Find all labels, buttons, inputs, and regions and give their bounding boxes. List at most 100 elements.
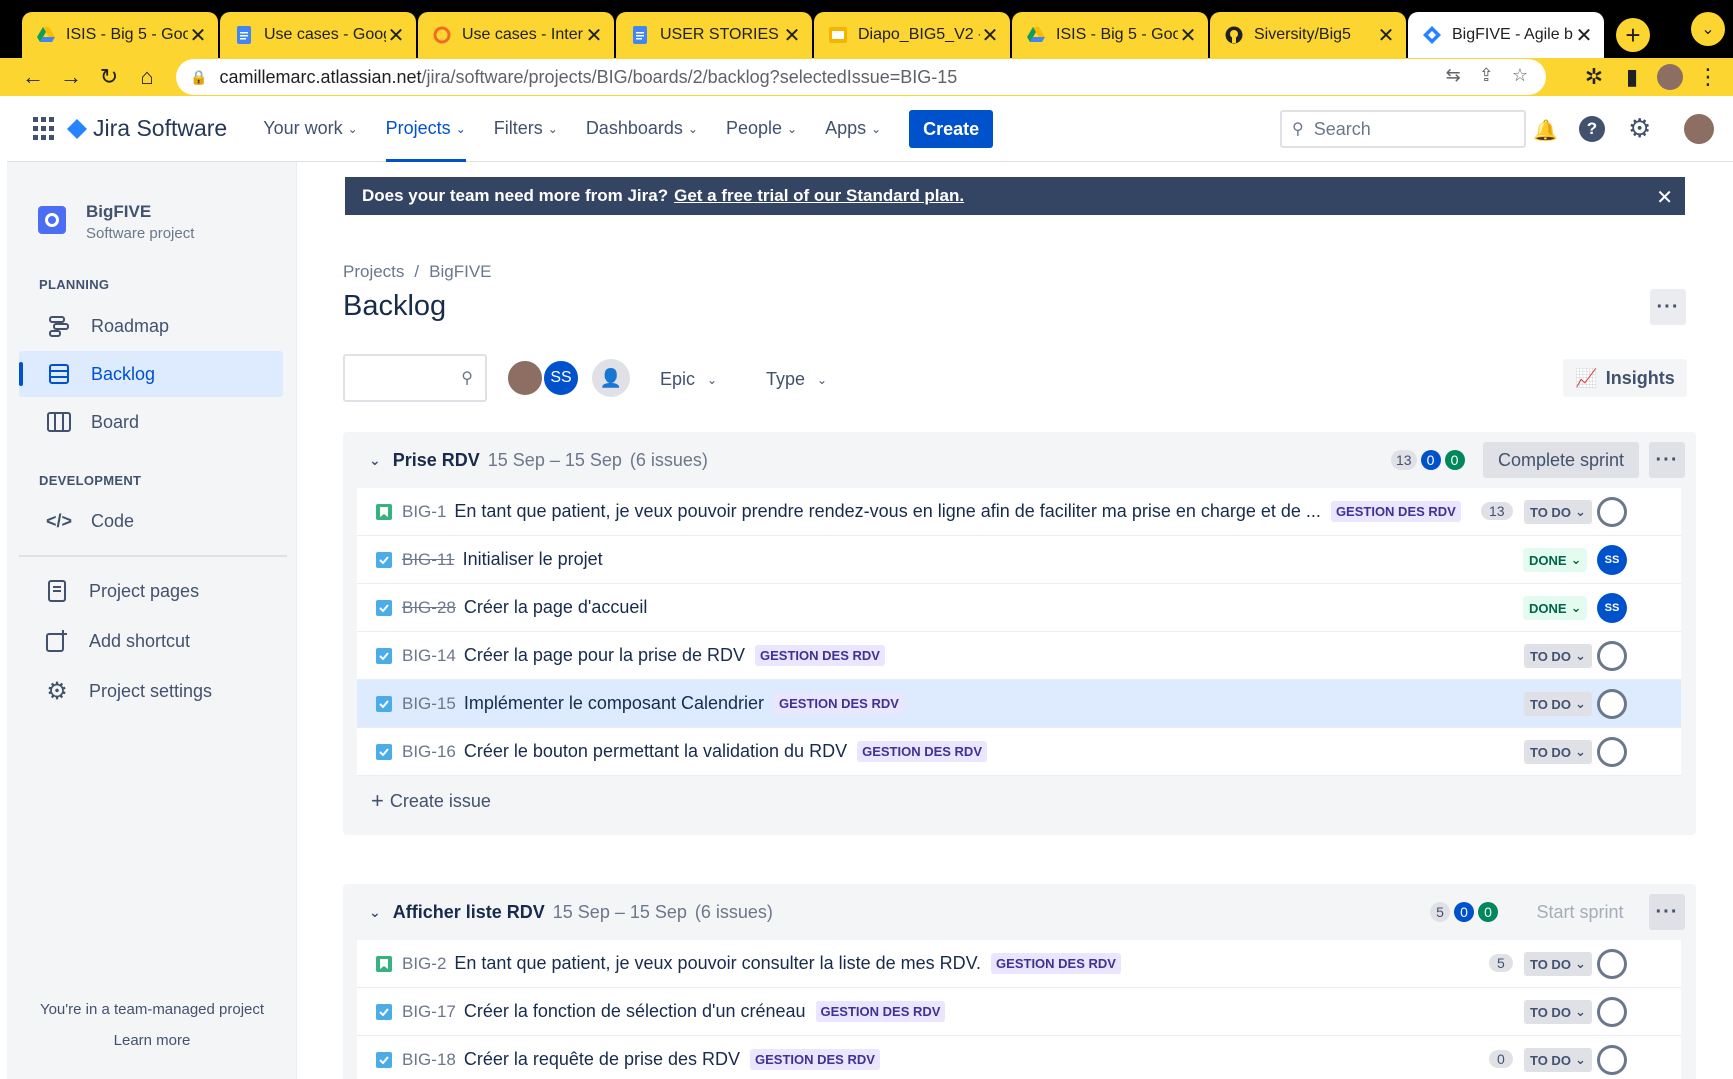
browser-tab-8-active[interactable]: BigFIVE - Agile b ✕ — [1408, 12, 1604, 58]
close-tab-icon[interactable]: ✕ — [1574, 23, 1594, 48]
status-dropdown[interactable]: TO DO ⌄ — [1524, 740, 1592, 764]
close-tab-icon[interactable]: ✕ — [584, 23, 604, 48]
project-avatar[interactable] — [38, 206, 66, 234]
create-button[interactable]: Create — [909, 109, 994, 148]
type-filter[interactable]: Type ⌄ — [766, 369, 827, 390]
sidebar-item-project-settings[interactable]: ⚙ Project settings — [19, 668, 283, 714]
browser-tab-7[interactable]: Siversity/Big5 ✕ — [1210, 12, 1406, 58]
sidebar-item-backlog[interactable]: Backlog — [19, 351, 283, 397]
close-tab-icon[interactable]: ✕ — [386, 23, 406, 48]
browser-tab-1[interactable]: ISIS - Big 5 - Goo ✕ — [22, 12, 218, 58]
app-switcher-icon[interactable] — [33, 116, 57, 141]
user-avatar[interactable] — [1684, 114, 1714, 144]
browser-tab-6[interactable]: ISIS - Big 5 - Goo ✕ — [1012, 12, 1208, 58]
help-icon[interactable]: ? — [1579, 116, 1605, 142]
nav-projects[interactable]: Projects ⌄ — [385, 96, 466, 162]
unassigned-avatar[interactable] — [1597, 737, 1627, 767]
side-panel-icon[interactable]: ▮ — [1613, 58, 1651, 96]
sidebar-item-roadmap[interactable]: Roadmap — [19, 303, 283, 349]
close-tab-icon[interactable]: ✕ — [1178, 23, 1198, 48]
browser-tab-2[interactable]: Use cases - Goog ✕ — [220, 12, 416, 58]
status-dropdown[interactable]: DONE ⌄ — [1523, 596, 1588, 620]
issue-key[interactable]: BIG-2 — [402, 954, 446, 974]
issue-key[interactable]: BIG-18 — [402, 1050, 456, 1070]
back-icon[interactable]: ← — [14, 58, 52, 96]
issue-key[interactable]: BIG-11 — [402, 550, 455, 570]
free-trial-link[interactable]: Get a free trial of our Standard plan. — [674, 186, 964, 206]
status-dropdown[interactable]: TO DO ⌄ — [1524, 500, 1592, 524]
close-tab-icon[interactable]: ✕ — [782, 23, 802, 48]
bookmark-star-icon[interactable]: ☆ — [1512, 65, 1528, 86]
chevron-down-icon[interactable]: ⌄ — [369, 452, 381, 469]
settings-gear-icon[interactable]: ⚙ — [1628, 113, 1651, 144]
browser-tab-3[interactable]: Use cases - Inter ✕ — [418, 12, 614, 58]
issue-key[interactable]: BIG-17 — [402, 1002, 456, 1022]
more-actions-button[interactable]: ··· — [1650, 289, 1686, 325]
tab-search-icon[interactable]: ⌄ — [1691, 12, 1725, 46]
sprint-more-button[interactable]: ··· — [1649, 894, 1685, 930]
insights-button[interactable]: 📈 Insights — [1563, 359, 1687, 397]
issue-row[interactable]: BIG-1 En tant que patient, je veux pouvo… — [357, 488, 1681, 536]
chevron-down-icon[interactable]: ⌄ — [369, 904, 381, 921]
issue-key[interactable]: BIG-14 — [402, 646, 456, 666]
new-tab-button[interactable]: + — [1616, 18, 1650, 52]
home-icon[interactable]: ⌂ — [128, 58, 166, 96]
assignee-avatar[interactable]: SS — [1597, 593, 1627, 623]
epic-lozenge[interactable]: GESTION DES RDV — [750, 1049, 880, 1070]
epic-lozenge[interactable]: GESTION DES RDV — [755, 645, 885, 666]
epic-filter[interactable]: Epic ⌄ — [660, 369, 717, 390]
extensions-icon[interactable]: ✲ — [1575, 58, 1613, 96]
create-issue-button[interactable]: + Create issue — [371, 788, 491, 814]
breadcrumb-project[interactable]: BigFIVE — [429, 262, 491, 282]
search-input[interactable]: ⚲ Search — [1280, 110, 1526, 148]
status-dropdown[interactable]: TO DO ⌄ — [1524, 952, 1592, 976]
address-bar[interactable]: 🔒 camillemarc.atlassian.net/jira/softwar… — [176, 59, 1546, 95]
sidebar-item-code[interactable]: </> Code — [19, 498, 283, 544]
reload-icon[interactable]: ↻ — [90, 58, 128, 96]
unassigned-avatar[interactable] — [1597, 1045, 1627, 1075]
project-name[interactable]: BigFIVE — [86, 202, 151, 222]
share-icon[interactable]: ⇪ — [1479, 65, 1494, 86]
epic-lozenge[interactable]: GESTION DES RDV — [1330, 501, 1461, 522]
nav-your-work[interactable]: Your work ⌄ — [263, 96, 357, 162]
assignee-avatar-ss[interactable]: SS — [542, 359, 580, 397]
status-dropdown[interactable]: TO DO ⌄ — [1524, 1000, 1592, 1024]
browser-tab-5[interactable]: Diapo_BIG5_V2 - ✕ — [814, 12, 1010, 58]
unassigned-avatar[interactable] — [1597, 497, 1627, 527]
close-tab-icon[interactable]: ✕ — [1376, 23, 1396, 48]
issue-row[interactable]: BIG-17 Créer la fonction de sélection d'… — [357, 988, 1681, 1036]
nav-dashboards[interactable]: Dashboards ⌄ — [586, 96, 698, 162]
profile-avatar[interactable] — [1651, 58, 1689, 96]
status-dropdown[interactable]: DONE ⌄ — [1523, 548, 1588, 572]
issue-row[interactable]: BIG-18 Créer la requête de prise des RDV… — [357, 1036, 1681, 1079]
issue-row[interactable]: BIG-16 Créer le bouton permettant la val… — [357, 728, 1681, 776]
close-tab-icon[interactable]: ✕ — [188, 23, 208, 48]
sidebar-item-project-pages[interactable]: Project pages — [19, 568, 283, 614]
start-sprint-button[interactable]: Start sprint — [1521, 894, 1639, 930]
status-dropdown[interactable]: TO DO ⌄ — [1524, 644, 1592, 668]
backlog-search-input[interactable]: ⚲ — [343, 354, 487, 402]
issue-key[interactable]: BIG-16 — [402, 742, 456, 762]
notifications-icon[interactable]: 🔔 — [1533, 118, 1558, 143]
translate-icon[interactable]: ⇆ — [1446, 65, 1461, 86]
unassigned-avatar[interactable] — [1597, 949, 1627, 979]
issue-key[interactable]: BIG-15 — [402, 694, 456, 714]
nav-apps[interactable]: Apps ⌄ — [825, 96, 881, 162]
unassigned-avatar[interactable] — [1597, 997, 1627, 1027]
issue-row[interactable]: BIG-2 En tant que patient, je veux pouvo… — [357, 940, 1681, 988]
unassigned-avatar[interactable] — [1597, 641, 1627, 671]
assignee-avatar-photo[interactable] — [506, 359, 544, 397]
issue-key[interactable]: BIG-1 — [402, 502, 446, 522]
jira-logo[interactable]: Jira Software — [67, 115, 227, 142]
issue-row[interactable]: BIG-11 Initialiser le projet DONE ⌄ SS — [357, 536, 1681, 584]
epic-lozenge[interactable]: GESTION DES RDV — [774, 693, 904, 714]
add-people-icon[interactable]: 👤 — [592, 359, 630, 397]
browser-tab-4[interactable]: USER STORIES - ( ✕ — [616, 12, 812, 58]
issue-row[interactable]: BIG-28 Créer la page d'accueil DONE ⌄ SS — [357, 584, 1681, 632]
breadcrumb-projects[interactable]: Projects — [343, 262, 404, 282]
close-icon[interactable]: ✕ — [1656, 185, 1673, 210]
nav-filters[interactable]: Filters ⌄ — [494, 96, 558, 162]
assignee-avatar[interactable]: SS — [1597, 545, 1627, 575]
epic-lozenge[interactable]: GESTION DES RDV — [857, 741, 987, 762]
unassigned-avatar[interactable] — [1597, 689, 1627, 719]
